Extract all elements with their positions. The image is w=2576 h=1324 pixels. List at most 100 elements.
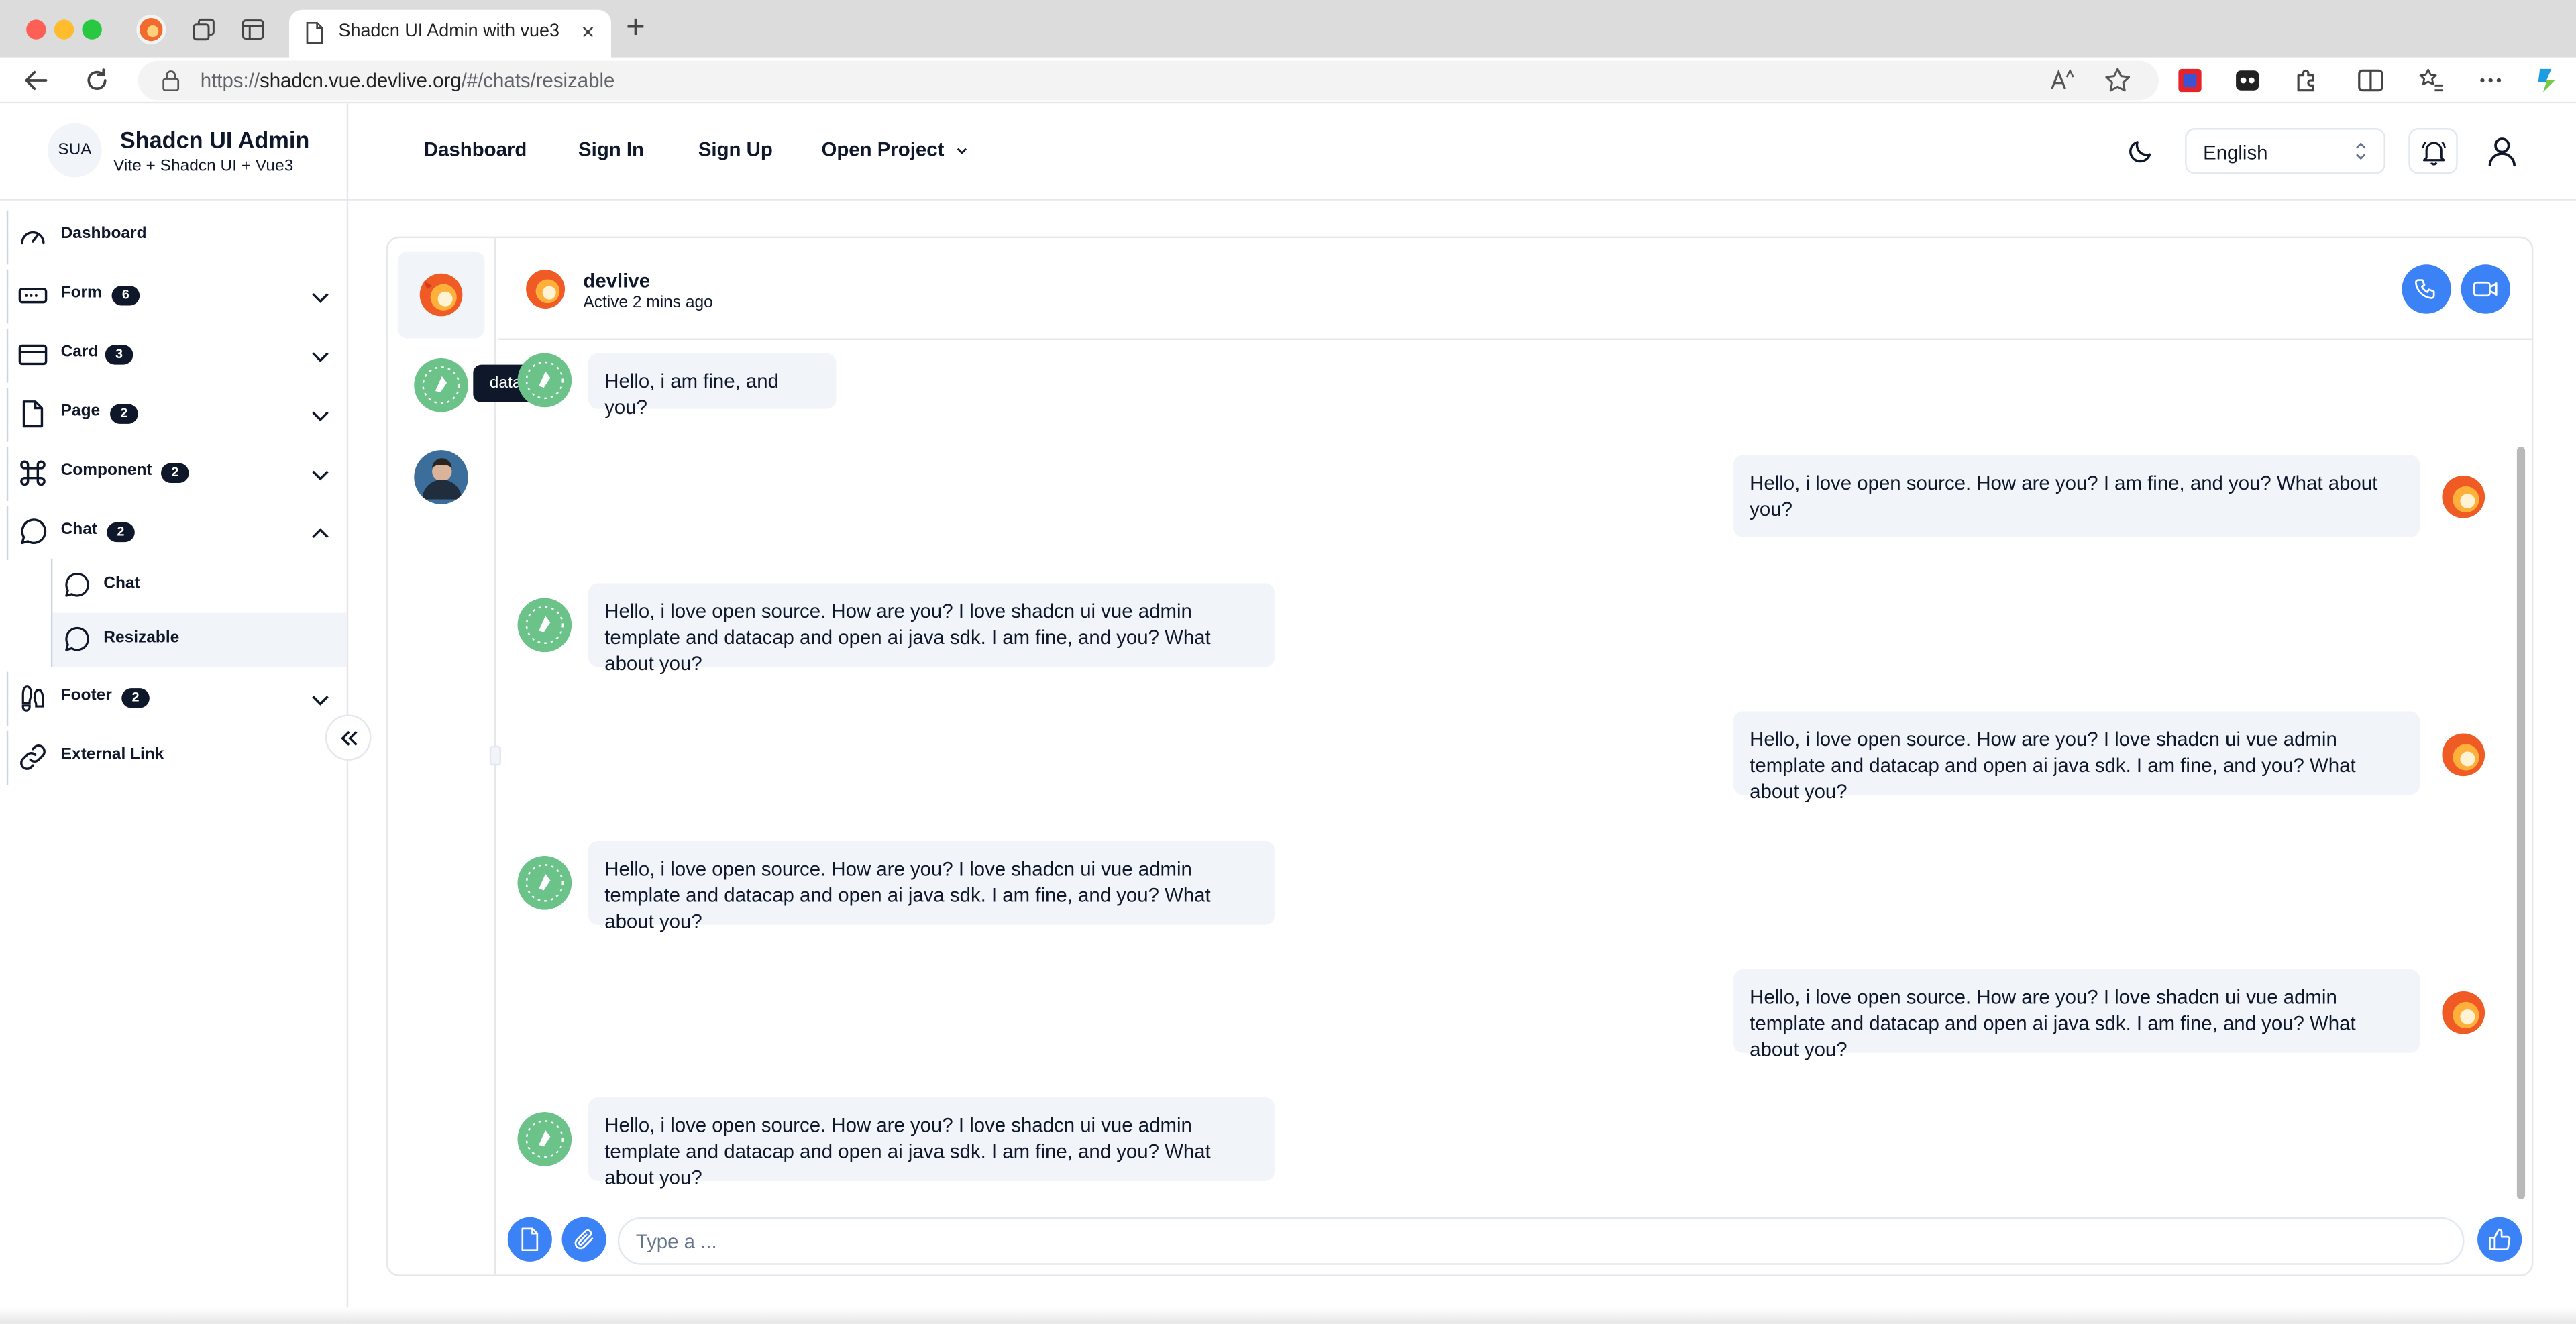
nav-open-project-label: Open Project <box>821 137 945 162</box>
collapse-sidebar-button[interactable] <box>325 714 372 761</box>
nav-open-project[interactable]: Open Project <box>822 138 969 161</box>
footprints-icon <box>21 685 44 712</box>
sidebar-item-component[interactable]: Component 2 <box>6 447 347 501</box>
chevron-down-icon <box>312 470 329 481</box>
tab-actions-icon[interactable] <box>240 16 266 42</box>
sidebar-label-external-link: External Link <box>60 745 164 764</box>
sidebar-badge-page: 2 <box>110 404 138 424</box>
file-icon <box>22 400 44 428</box>
collections-icon[interactable] <box>191 16 217 42</box>
copilot-icon[interactable] <box>2532 66 2561 95</box>
command-icon <box>20 460 46 486</box>
chevron-down-icon <box>312 352 329 362</box>
devlive-avatar <box>526 270 566 309</box>
sidebar-label-form: Form <box>60 284 102 302</box>
sidebar-badge-component: 2 <box>161 463 189 484</box>
chat-header: devlive Active 2 mins ago <box>498 238 2532 340</box>
voice-call-button[interactable] <box>2402 264 2451 314</box>
minimize-window-button[interactable] <box>54 19 74 40</box>
sidebar-badge-chat: 2 <box>107 522 135 543</box>
split-screen-icon[interactable] <box>2356 66 2385 95</box>
message-bubble: Hello, i am fine, and you? <box>588 353 837 419</box>
credit-card-icon <box>18 344 48 366</box>
browser-tab-bar: Shadcn UI Admin with vue3 × + <box>0 0 2576 58</box>
brand-avatar: SUA <box>48 123 102 178</box>
language-selected-value: English <box>2203 141 2268 164</box>
brand-subtitle: Vite + Shadcn UI + Vue3 <box>113 158 294 176</box>
thumbs-up-icon <box>2489 1228 2511 1251</box>
sidebar-item-dashboard[interactable]: Dashboard <box>6 210 347 265</box>
sidebar-item-external-link[interactable]: External Link <box>6 730 347 785</box>
more-options-icon[interactable] <box>2476 66 2506 95</box>
sidebar-item-chat[interactable]: Chat 2 <box>6 506 347 561</box>
messages-scrollbar[interactable] <box>2516 447 2526 1199</box>
maximize-window-button[interactable] <box>82 19 102 40</box>
header-divider <box>0 199 2576 201</box>
favorites-list-icon[interactable] <box>2416 66 2446 95</box>
close-window-button[interactable] <box>26 19 46 40</box>
contact-datacap[interactable] <box>398 341 485 429</box>
user-icon[interactable] <box>2484 133 2520 169</box>
message-input[interactable] <box>635 1228 2443 1256</box>
attach-button[interactable] <box>561 1217 606 1262</box>
file-button[interactable] <box>507 1217 552 1262</box>
like-button[interactable] <box>2477 1217 2522 1262</box>
close-tab-icon[interactable]: × <box>581 18 594 44</box>
url-field[interactable]: https://shadcn.vue.devlive.org/#/chats/r… <box>138 60 2159 101</box>
read-aloud-icon[interactable] <box>2049 66 2078 95</box>
document-icon <box>306 21 323 44</box>
sidebar-item-footer[interactable]: Footer 2 <box>6 671 347 726</box>
chat-contact-status: Active 2 mins ago <box>583 294 713 313</box>
back-arrow-icon[interactable] <box>21 66 51 95</box>
bell-icon <box>2422 141 2446 166</box>
nav-dashboard[interactable]: Dashboard <box>424 138 527 161</box>
reload-icon[interactable] <box>82 66 111 95</box>
notifications-button[interactable] <box>2408 128 2458 174</box>
screen: Shadcn UI Admin with vue3 × + https://sh… <box>0 0 2576 1324</box>
language-select[interactable]: English <box>2185 128 2385 174</box>
contact-devlive[interactable] <box>397 251 485 339</box>
url-text: https://shadcn.vue.devlive.org/#/chats/r… <box>200 68 615 93</box>
devlive-avatar <box>2442 733 2485 777</box>
chevrons-left-icon <box>341 730 358 746</box>
chevrons-up-down-icon <box>2356 142 2366 160</box>
browser-address-bar: https://shadcn.vue.devlive.org/#/chats/r… <box>0 57 2576 104</box>
message-bubble: Hello, i love open source. How are you? … <box>588 1097 1275 1189</box>
sidebar-item-page[interactable]: Page 2 <box>6 387 347 442</box>
datacap-avatar <box>517 855 572 910</box>
resize-handle[interactable] <box>489 745 501 766</box>
extension-fe-icon[interactable] <box>2175 66 2204 95</box>
datacap-avatar <box>414 357 468 412</box>
extensions-puzzle-icon[interactable] <box>2292 66 2321 95</box>
new-tab-button[interactable]: + <box>626 11 645 44</box>
message-bubble: Hello, i love open source. How are you? … <box>1733 969 2420 1061</box>
sidebar-item-form[interactable]: Form 6 <box>6 269 347 324</box>
sidebar-subitem-chat[interactable]: Chat <box>50 558 347 613</box>
extension-app-icon[interactable] <box>2233 66 2262 95</box>
sidebar-label-dashboard: Dashboard <box>60 225 147 243</box>
sidebar-sublabel-resizable: Resizable <box>103 628 180 647</box>
nav-sign-in[interactable]: Sign In <box>578 138 644 161</box>
chevron-down-icon <box>312 696 329 706</box>
lock-icon[interactable] <box>161 69 180 92</box>
nav-sign-up[interactable]: Sign Up <box>698 138 773 161</box>
chevron-down-icon <box>312 411 329 422</box>
moon-icon[interactable] <box>2126 136 2155 166</box>
sidebar-item-card[interactable]: Card 3 <box>6 328 347 383</box>
message-bubble: Hello, i love open source. How are you? … <box>1733 455 2420 537</box>
sidebar-subitem-resizable[interactable]: Resizable <box>50 612 347 667</box>
video-icon <box>2473 281 2498 297</box>
input-icon <box>18 288 48 304</box>
sidebar-label-footer: Footer <box>60 686 112 705</box>
message-composer <box>617 1217 2465 1265</box>
profile-icon[interactable] <box>136 15 166 45</box>
sidebar-label-page: Page <box>60 402 101 421</box>
sidebar-sublabel-chat: Chat <box>103 575 140 594</box>
datacap-avatar <box>517 353 572 408</box>
video-call-button[interactable] <box>2461 264 2511 314</box>
contact-user[interactable] <box>398 434 485 521</box>
sidebar-badge-card: 3 <box>105 345 133 365</box>
favorite-star-icon[interactable] <box>2103 66 2133 95</box>
chat-contact-name: devlive <box>583 269 651 292</box>
browser-tab-active[interactable]: Shadcn UI Admin with vue3 × <box>289 9 612 58</box>
